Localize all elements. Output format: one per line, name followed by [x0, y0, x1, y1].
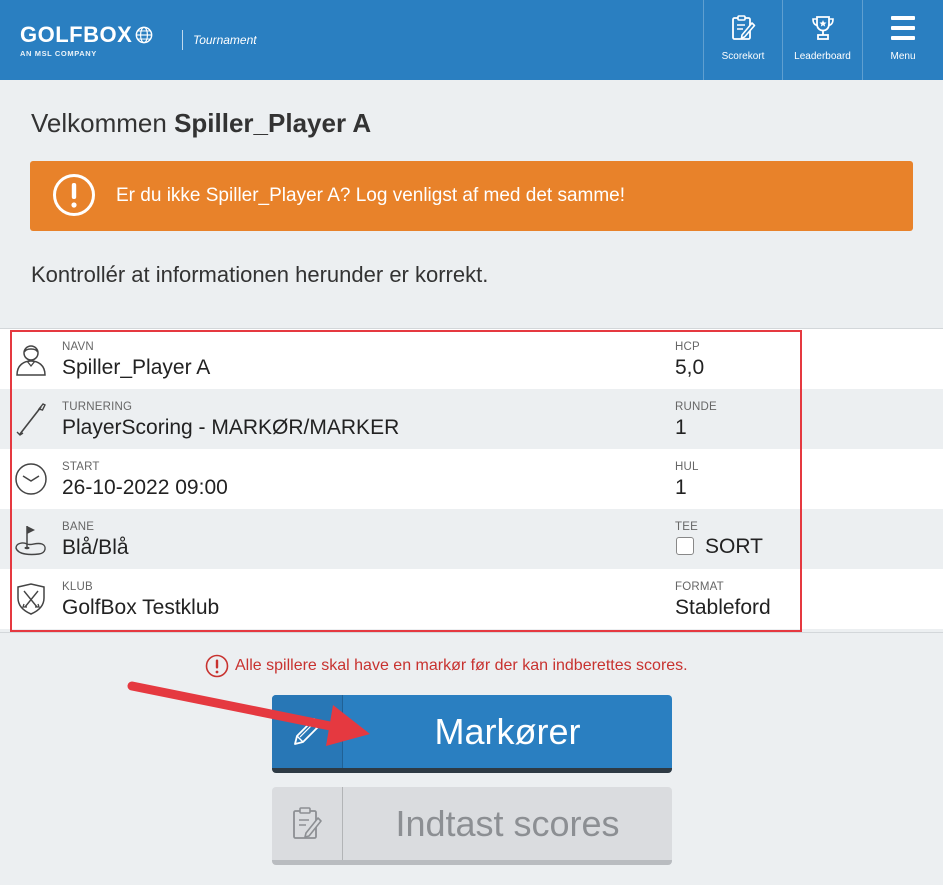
- info-row-name: NAVN Spiller_Player A HCP 5,0: [0, 329, 943, 389]
- nav-scorecard-button[interactable]: Scorekort: [703, 0, 782, 80]
- nav-label: Menu: [890, 51, 916, 62]
- field-label: TEE: [675, 521, 698, 533]
- alert-text: Er du ikke Spiller_Player A? Log venligs…: [116, 185, 626, 206]
- field-label: FORMAT: [675, 581, 724, 593]
- marker-warning: Alle spillere skal have en markør før de…: [205, 654, 688, 678]
- field-value: 26-10-2022 09:00: [62, 476, 228, 499]
- warning-text: Alle spillere skal have en markør før de…: [235, 657, 688, 674]
- pencil-icon: [294, 717, 321, 745]
- exclamation-circle-icon: [205, 654, 229, 678]
- golf-flag-icon: [15, 526, 46, 556]
- field-value: Stableford: [675, 596, 771, 619]
- enter-scores-button[interactable]: Indtast scores: [272, 787, 672, 865]
- field-label: TURNERING: [62, 401, 133, 413]
- person-icon: [16, 345, 46, 376]
- info-row-course: BANE Blå/Blå TEE SORT: [0, 509, 943, 569]
- field-value: 1: [675, 476, 687, 499]
- tee-color-checkbox[interactable]: [676, 537, 694, 555]
- logo-divider: [182, 30, 183, 50]
- exclamation-circle-icon: [53, 174, 95, 216]
- info-row-tournament: TURNERING PlayerScoring - MARKØR/MARKER …: [0, 389, 943, 449]
- field-value: GolfBox Testklub: [62, 596, 220, 619]
- golfbox-logo[interactable]: GOLFBOX AN MSL COMPANY: [20, 22, 153, 58]
- field-value: 5,0: [675, 356, 705, 379]
- trophy-icon: [811, 16, 834, 40]
- logo-subtext: AN MSL COMPANY: [20, 49, 97, 58]
- nav-menu-button[interactable]: Menu: [862, 0, 943, 80]
- markers-button[interactable]: Markører: [272, 695, 672, 773]
- field-value: SORT: [705, 535, 763, 558]
- field-label: HCP: [675, 341, 700, 353]
- nav-label: Leaderboard: [794, 51, 851, 62]
- markers-button-label: Markører: [434, 710, 581, 752]
- field-value: Blå/Blå: [62, 536, 129, 559]
- field-label: HUL: [675, 461, 699, 473]
- field-label: NAVN: [62, 341, 94, 353]
- clipboard-pen-icon: [732, 15, 756, 40]
- club-shield-icon: [17, 583, 45, 615]
- player-info-table: NAVN Spiller_Player A HCP 5,0 TURNERING …: [0, 328, 943, 633]
- nav-leaderboard-button[interactable]: Leaderboard: [782, 0, 862, 80]
- field-value: 1: [675, 416, 687, 439]
- top-navbar: GOLFBOX AN MSL COMPANY Tournament Scorek…: [0, 0, 943, 80]
- clipboard-pen-icon: [293, 806, 322, 839]
- logo-text: GOLFBOX: [20, 22, 133, 47]
- field-label: START: [62, 461, 100, 473]
- enter-scores-button-label: Indtast scores: [395, 802, 620, 844]
- field-label: RUNDE: [675, 401, 717, 413]
- field-value: Spiller_Player A: [62, 356, 211, 379]
- clock-icon: [15, 463, 47, 495]
- hamburger-menu-icon: [891, 16, 915, 40]
- globe-icon: [135, 26, 153, 44]
- identity-alert: Er du ikke Spiller_Player A? Log venligs…: [30, 161, 913, 231]
- field-label: BANE: [62, 521, 95, 533]
- page-title: Velkommen Spiller_Player A: [31, 108, 371, 139]
- nav-label: Scorekort: [721, 51, 765, 62]
- golf-club-icon: [16, 403, 46, 436]
- player-name: Spiller_Player A: [174, 108, 372, 138]
- field-value: PlayerScoring - MARKØR/MARKER: [62, 416, 400, 439]
- welcome-prefix: Velkommen: [31, 108, 167, 138]
- instruction-text: Kontrollér at informationen herunder er …: [31, 262, 489, 287]
- field-label: KLUB: [62, 581, 93, 593]
- app-label: Tournament: [193, 33, 257, 47]
- info-row-start: START 26-10-2022 09:00 HUL 1: [0, 449, 943, 509]
- info-row-club: KLUB GolfBox Testklub FORMAT Stableford: [0, 569, 943, 629]
